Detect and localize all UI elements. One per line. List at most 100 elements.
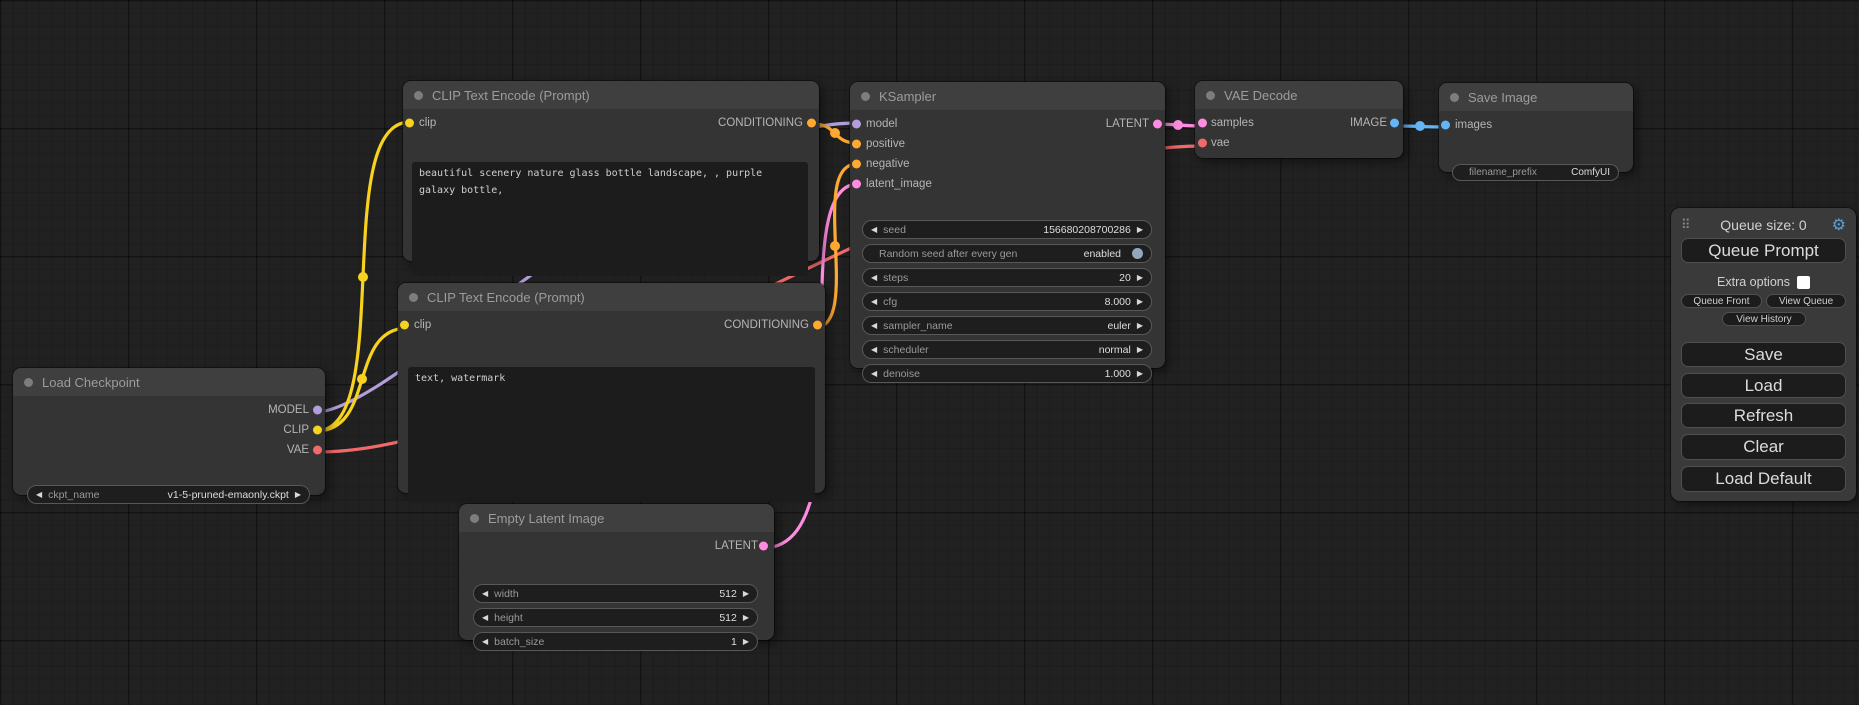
prev-value-arrow-icon[interactable]: ◀: [871, 298, 877, 306]
conditioning-output-slot[interactable]: [807, 119, 816, 128]
model-input-slot[interactable]: [852, 120, 861, 129]
clip-input-slot[interactable]: [405, 119, 414, 128]
prompt-text-area[interactable]: text, watermark: [408, 367, 815, 502]
images-input-slot[interactable]: [1441, 121, 1450, 130]
refresh-button[interactable]: Refresh: [1681, 403, 1846, 428]
queue-front-button[interactable]: Queue Front: [1681, 294, 1762, 308]
width-widget[interactable]: ◀ width 512 ▶: [473, 584, 758, 603]
steps-widget[interactable]: ◀ steps 20 ▶: [862, 268, 1152, 287]
collapse-dot-icon[interactable]: [24, 378, 33, 387]
positive-input-slot[interactable]: [852, 140, 861, 149]
node-title-bar[interactable]: VAE Decode: [1195, 81, 1403, 109]
negative-input-slot[interactable]: [852, 160, 861, 169]
node-graph-canvas[interactable]: Load Checkpoint MODEL CLIP VAE ◀ ckpt_na…: [0, 0, 1859, 705]
collapse-dot-icon[interactable]: [1206, 91, 1215, 100]
clear-button[interactable]: Clear: [1681, 434, 1846, 460]
latent-image-input-slot[interactable]: [852, 180, 861, 189]
view-queue-button[interactable]: View Queue: [1766, 294, 1846, 308]
conditioning-output-slot[interactable]: [813, 321, 822, 330]
output-label: IMAGE: [1350, 117, 1387, 129]
prev-value-arrow-icon[interactable]: ◀: [871, 370, 877, 378]
node-title-bar[interactable]: CLIP Text Encode (Prompt): [403, 81, 819, 109]
next-value-arrow-icon[interactable]: ▶: [1137, 322, 1143, 330]
next-value-arrow-icon[interactable]: ▶: [1137, 346, 1143, 354]
node-clip-text-encode-positive[interactable]: CLIP Text Encode (Prompt) clip CONDITION…: [403, 81, 819, 261]
node-title: KSampler: [879, 89, 936, 104]
output-label: LATENT: [1106, 118, 1149, 130]
view-history-button[interactable]: View History: [1722, 312, 1806, 326]
collapse-dot-icon[interactable]: [470, 514, 479, 523]
widget-label: ckpt_name: [48, 489, 99, 501]
widget-label: denoise: [883, 368, 920, 380]
slot-row: images: [1439, 115, 1633, 135]
prev-value-arrow-icon[interactable]: ◀: [482, 638, 488, 646]
node-title-bar[interactable]: Empty Latent Image: [459, 504, 774, 532]
node-vae-decode[interactable]: VAE Decode samples IMAGE vae: [1195, 81, 1403, 158]
next-value-arrow-icon[interactable]: ▶: [743, 590, 749, 598]
prev-value-arrow-icon[interactable]: ◀: [482, 614, 488, 622]
load-button[interactable]: Load: [1681, 373, 1846, 398]
denoise-widget[interactable]: ◀ denoise 1.000 ▶: [862, 364, 1152, 383]
node-empty-latent-image[interactable]: Empty Latent Image LATENT ◀ width 512 ▶ …: [459, 504, 774, 640]
scheduler-widget[interactable]: ◀ scheduler normal ▶: [862, 340, 1152, 359]
vae-input-slot[interactable]: [1198, 139, 1207, 148]
next-value-arrow-icon[interactable]: ▶: [743, 638, 749, 646]
collapse-dot-icon[interactable]: [409, 293, 418, 302]
vae-output-slot[interactable]: [313, 446, 322, 455]
node-title-bar[interactable]: Save Image: [1439, 83, 1633, 111]
prev-value-arrow-icon[interactable]: ◀: [482, 590, 488, 598]
filename-prefix-widget[interactable]: filename_prefix ComfyUI: [1452, 164, 1619, 181]
random-seed-toggle-widget[interactable]: Random seed after every gen enabled: [862, 244, 1152, 263]
next-value-arrow-icon[interactable]: ▶: [1137, 370, 1143, 378]
node-ksampler[interactable]: KSampler model LATENT positive negative …: [850, 82, 1165, 368]
prev-value-arrow-icon[interactable]: ◀: [871, 226, 877, 234]
collapse-dot-icon[interactable]: [414, 91, 423, 100]
load-default-button[interactable]: Load Default: [1681, 466, 1846, 492]
node-load-checkpoint[interactable]: Load Checkpoint MODEL CLIP VAE ◀ ckpt_na…: [13, 368, 325, 495]
node-save-image[interactable]: Save Image images filename_prefix ComfyU…: [1439, 83, 1633, 172]
batch-size-widget[interactable]: ◀ batch_size 1 ▶: [473, 632, 758, 651]
next-value-arrow-icon[interactable]: ▶: [1137, 226, 1143, 234]
samples-input-slot[interactable]: [1198, 119, 1207, 128]
widget-value: 512: [719, 588, 737, 600]
clip-input-slot[interactable]: [400, 321, 409, 330]
next-value-arrow-icon[interactable]: ▶: [743, 614, 749, 622]
widget-value: 1: [731, 636, 737, 648]
next-value-arrow-icon[interactable]: ▶: [1137, 274, 1143, 282]
prev-value-arrow-icon[interactable]: ◀: [871, 322, 877, 330]
extra-options-checkbox[interactable]: [1797, 276, 1810, 289]
slot-row: LATENT: [459, 536, 774, 556]
latent-output-slot[interactable]: [759, 542, 768, 551]
next-value-arrow-icon[interactable]: ▶: [1137, 298, 1143, 306]
seed-widget[interactable]: ◀ seed 156680208700286 ▶: [862, 220, 1152, 239]
queue-panel[interactable]: Queue size: 0 ⠿ ⚙ Queue Prompt Extra opt…: [1671, 208, 1856, 501]
drag-handle-icon[interactable]: ⠿: [1681, 217, 1691, 233]
prompt-text-area[interactable]: beautiful scenery nature glass bottle la…: [412, 162, 808, 276]
queue-prompt-button[interactable]: Queue Prompt: [1681, 238, 1846, 263]
clip-output-slot[interactable]: [313, 426, 322, 435]
save-button[interactable]: Save: [1681, 342, 1846, 367]
prev-value-arrow-icon[interactable]: ◀: [871, 346, 877, 354]
node-title-bar[interactable]: KSampler: [850, 82, 1165, 110]
node-title-bar[interactable]: CLIP Text Encode (Prompt): [398, 283, 825, 311]
latent-output-slot[interactable]: [1153, 120, 1162, 129]
image-output-slot[interactable]: [1390, 119, 1399, 128]
prev-value-arrow-icon[interactable]: ◀: [871, 274, 877, 282]
cfg-widget[interactable]: ◀ cfg 8.000 ▶: [862, 292, 1152, 311]
ckpt-name-widget[interactable]: ◀ ckpt_name v1-5-pruned-emaonly.ckpt ▶: [27, 485, 310, 504]
slot-row: latent_image: [850, 174, 1165, 194]
settings-gear-icon[interactable]: ⚙: [1832, 215, 1846, 235]
toggle-dot-icon[interactable]: [1132, 248, 1143, 259]
widget-value: v1-5-pruned-emaonly.ckpt: [168, 489, 289, 501]
model-output-slot[interactable]: [313, 406, 322, 415]
output-row-clip: CLIP: [13, 420, 325, 440]
next-value-arrow-icon[interactable]: ▶: [295, 491, 301, 499]
node-clip-text-encode-negative[interactable]: CLIP Text Encode (Prompt) clip CONDITION…: [398, 283, 825, 493]
collapse-dot-icon[interactable]: [1450, 93, 1459, 102]
slot-row: negative: [850, 154, 1165, 174]
sampler-name-widget[interactable]: ◀ sampler_name euler ▶: [862, 316, 1152, 335]
prev-value-arrow-icon[interactable]: ◀: [36, 491, 42, 499]
collapse-dot-icon[interactable]: [861, 92, 870, 101]
height-widget[interactable]: ◀ height 512 ▶: [473, 608, 758, 627]
node-title-bar[interactable]: Load Checkpoint: [13, 368, 325, 396]
